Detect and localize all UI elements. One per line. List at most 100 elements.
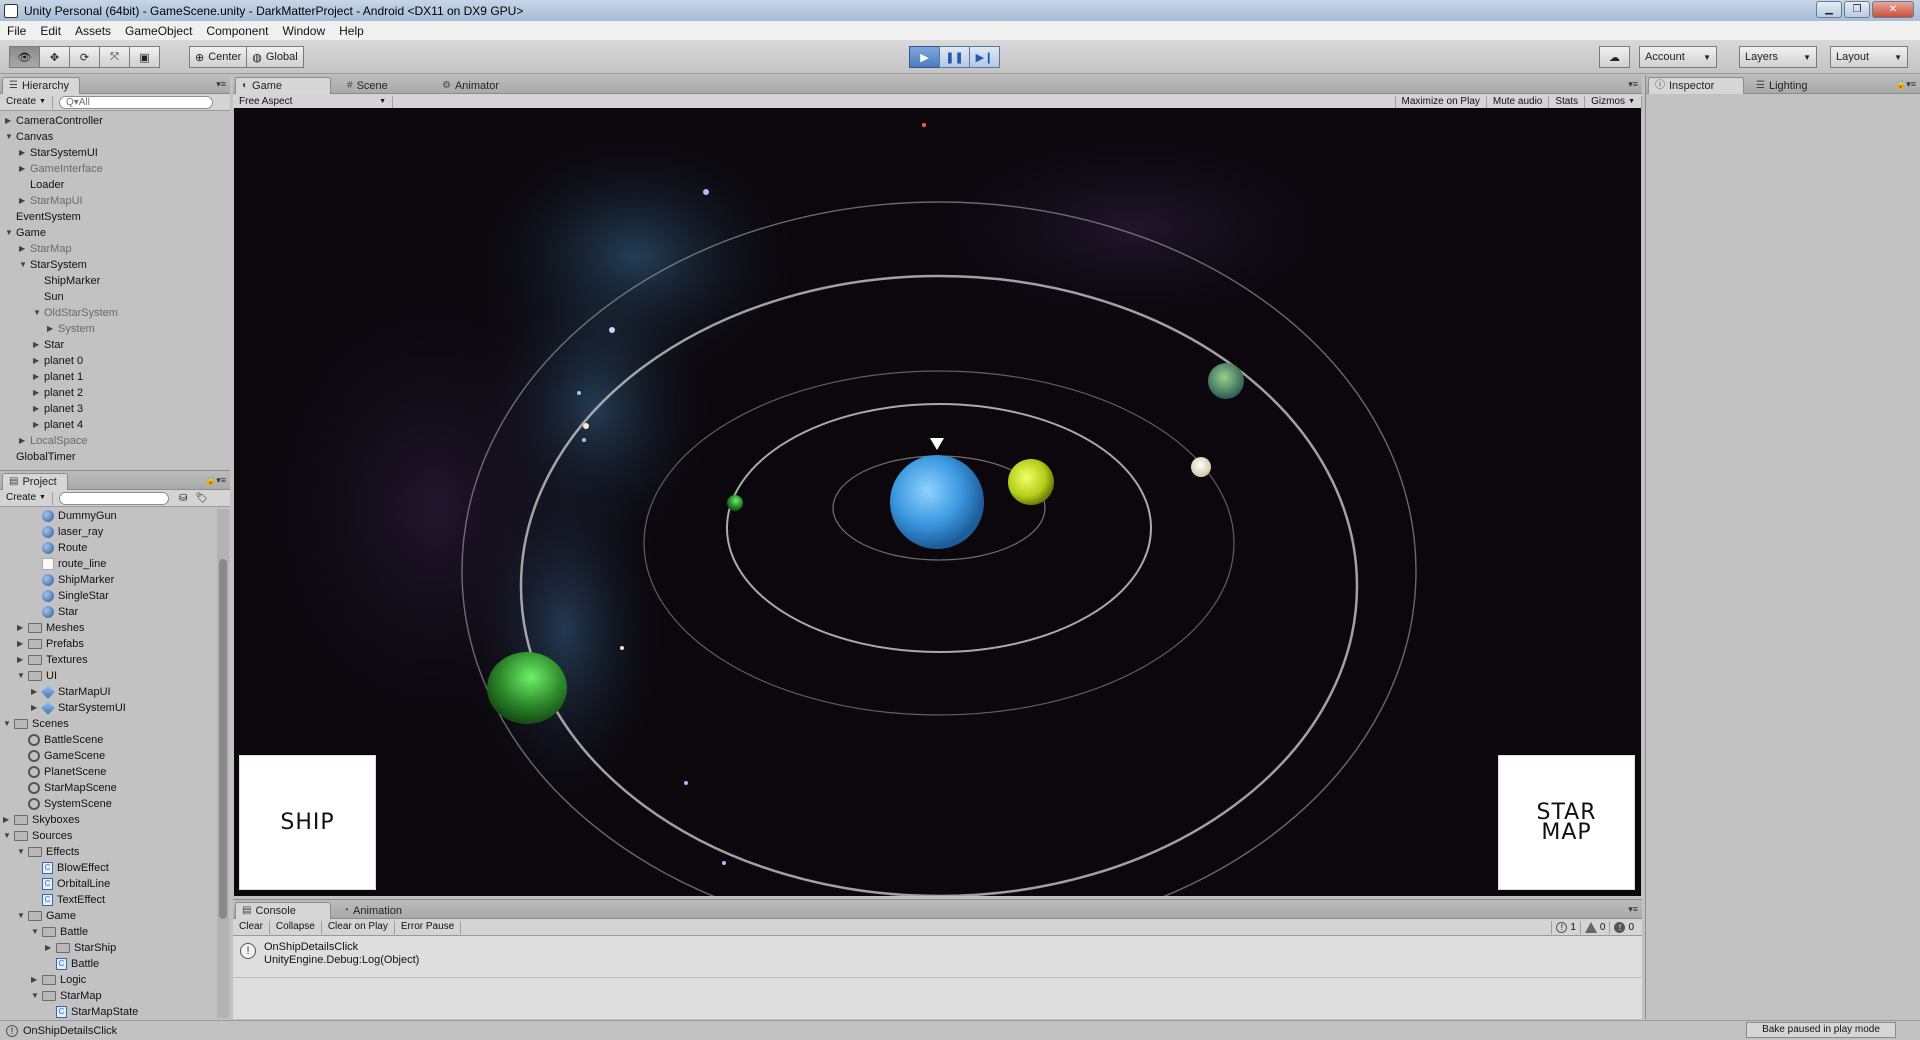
expand-right-icon[interactable]: ▶ bbox=[45, 940, 51, 956]
hierarchy-item[interactable]: Sun bbox=[0, 289, 230, 305]
project-item[interactable]: ▶ Meshes bbox=[0, 620, 230, 636]
hierarchy-item[interactable]: ▼ StarSystem bbox=[0, 257, 230, 273]
expand-down-icon[interactable]: ▼ bbox=[17, 668, 25, 684]
project-create-button[interactable]: Create ▼ bbox=[0, 491, 53, 505]
project-item[interactable]: ▶ Prefabs bbox=[0, 636, 230, 652]
gizmos-dropdown[interactable]: Gizmos ▼ bbox=[1585, 95, 1642, 109]
project-item[interactable]: ▶ StarSystemUI bbox=[0, 700, 230, 716]
maximize-button[interactable]: ❐ bbox=[1844, 1, 1870, 18]
star-map-button[interactable]: STAR MAP bbox=[1498, 755, 1635, 890]
menu-edit[interactable]: Edit bbox=[33, 24, 68, 38]
account-dropdown[interactable]: Account ▼ bbox=[1639, 46, 1717, 68]
status-message[interactable]: OnShipDetailsClick bbox=[23, 1025, 117, 1037]
expand-right-icon[interactable]: ▶ bbox=[47, 321, 53, 337]
project-item[interactable]: SingleStar bbox=[0, 588, 230, 604]
menu-component[interactable]: Component bbox=[199, 24, 275, 38]
project-item[interactable]: ShipMarker bbox=[0, 572, 230, 588]
expand-right-icon[interactable]: ▶ bbox=[17, 636, 23, 652]
hierarchy-item[interactable]: EventSystem bbox=[0, 209, 230, 225]
hierarchy-item[interactable]: ▼ Canvas bbox=[0, 129, 230, 145]
project-item[interactable]: DummyGun bbox=[0, 508, 230, 524]
project-item[interactable]: ▶ Logic bbox=[0, 972, 230, 988]
project-item[interactable]: C Battle bbox=[0, 956, 230, 972]
hierarchy-item[interactable]: ▼ OldStarSystem bbox=[0, 305, 230, 321]
error-filter-toggle[interactable]: ! 0 bbox=[1609, 920, 1638, 934]
mute-audio-toggle[interactable]: Mute audio bbox=[1487, 95, 1550, 109]
expand-down-icon[interactable]: ▼ bbox=[17, 844, 25, 860]
tab-console[interactable]: ▤ Console bbox=[235, 902, 331, 919]
planet-cream[interactable] bbox=[1191, 457, 1211, 477]
expand-down-icon[interactable]: ▼ bbox=[31, 924, 39, 940]
expand-right-icon[interactable]: ▶ bbox=[33, 417, 39, 433]
project-item[interactable]: ▼ Effects bbox=[0, 844, 230, 860]
hierarchy-item[interactable]: ShipMarker bbox=[0, 273, 230, 289]
expand-down-icon[interactable]: ▼ bbox=[3, 828, 11, 844]
project-item[interactable]: StarMapScene bbox=[0, 780, 230, 796]
project-item[interactable]: ▶ Skyboxes bbox=[0, 812, 230, 828]
expand-down-icon[interactable]: ▼ bbox=[31, 988, 39, 1004]
expand-right-icon[interactable]: ▶ bbox=[19, 193, 25, 209]
rect-tool-button[interactable]: ▣ bbox=[129, 46, 160, 68]
console-collapse-toggle[interactable]: Collapse bbox=[270, 920, 322, 934]
panel-menu-icon[interactable]: 🔒▾≡ bbox=[1895, 79, 1916, 90]
warning-filter-toggle[interactable]: 0 bbox=[1579, 920, 1610, 934]
tab-animation[interactable]: ◔ Animation bbox=[337, 902, 412, 919]
hierarchy-search-input[interactable] bbox=[58, 95, 213, 109]
expand-right-icon[interactable]: ▶ bbox=[3, 812, 9, 828]
planet-yellow[interactable] bbox=[1008, 459, 1054, 505]
hierarchy-item[interactable]: ▶ planet 2 bbox=[0, 385, 230, 401]
menu-help[interactable]: Help bbox=[332, 24, 371, 38]
minimize-button[interactable]: ▁ bbox=[1816, 1, 1842, 18]
project-item[interactable]: C StarMapState bbox=[0, 1004, 230, 1020]
expand-right-icon[interactable]: ▶ bbox=[33, 337, 39, 353]
expand-right-icon[interactable]: ▶ bbox=[33, 385, 39, 401]
expand-right-icon[interactable]: ▶ bbox=[5, 113, 11, 129]
project-item[interactable]: ▼ StarMap bbox=[0, 988, 230, 1004]
expand-right-icon[interactable]: ▶ bbox=[31, 700, 37, 716]
hierarchy-create-button[interactable]: Create ▼ bbox=[0, 95, 53, 109]
close-button[interactable]: ✕ bbox=[1872, 1, 1914, 18]
panel-menu-icon[interactable]: 🔒▾≡ bbox=[205, 475, 226, 486]
hierarchy-item[interactable]: ▶ planet 3 bbox=[0, 401, 230, 417]
menu-file[interactable]: File bbox=[0, 24, 33, 38]
expand-down-icon[interactable]: ▼ bbox=[3, 716, 11, 732]
project-item[interactable]: ▶ Textures bbox=[0, 652, 230, 668]
expand-right-icon[interactable]: ▶ bbox=[17, 652, 23, 668]
step-button[interactable]: ▶❙ bbox=[969, 46, 1000, 68]
tab-scene[interactable]: # Scene bbox=[341, 77, 398, 94]
project-item[interactable]: BattleScene bbox=[0, 732, 230, 748]
project-item[interactable]: GameScene bbox=[0, 748, 230, 764]
project-item[interactable]: C OrbitalLine bbox=[0, 876, 230, 892]
cloud-button[interactable]: ☁ bbox=[1599, 46, 1630, 68]
hierarchy-item[interactable]: ▶ CameraController bbox=[0, 113, 230, 129]
tab-inspector[interactable]: ⓘ Inspector bbox=[1648, 77, 1744, 94]
tab-project[interactable]: ▤ Project bbox=[2, 473, 68, 490]
expand-down-icon[interactable]: ▼ bbox=[19, 257, 27, 273]
filter-label-icon[interactable]: 🏷 bbox=[195, 493, 208, 504]
hierarchy-item[interactable]: ▶ Star bbox=[0, 337, 230, 353]
project-item[interactable]: Star bbox=[0, 604, 230, 620]
menu-window[interactable]: Window bbox=[275, 24, 332, 38]
tab-hierarchy[interactable]: ☰ Hierarchy bbox=[2, 77, 81, 94]
hierarchy-item[interactable]: ▶ LocalSpace bbox=[0, 433, 230, 449]
expand-down-icon[interactable]: ▼ bbox=[33, 305, 41, 321]
project-item[interactable]: C BlowEffect bbox=[0, 860, 230, 876]
hierarchy-item[interactable]: ▼ Game bbox=[0, 225, 230, 241]
project-item[interactable]: Route bbox=[0, 540, 230, 556]
panel-menu-icon[interactable]: ▾≡ bbox=[1628, 904, 1638, 915]
move-tool-button[interactable]: ✥ bbox=[39, 46, 70, 68]
hierarchy-item[interactable]: ▶ planet 0 bbox=[0, 353, 230, 369]
expand-right-icon[interactable]: ▶ bbox=[19, 161, 25, 177]
info-filter-toggle[interactable]: ! 1 bbox=[1551, 920, 1580, 934]
expand-down-icon[interactable]: ▼ bbox=[5, 225, 13, 241]
project-search-input[interactable] bbox=[58, 491, 169, 505]
menu-gameobject[interactable]: GameObject bbox=[118, 24, 199, 38]
project-item[interactable]: ▼ Game bbox=[0, 908, 230, 924]
project-item[interactable]: C TextEffect bbox=[0, 892, 230, 908]
project-item[interactable]: ▼ Battle bbox=[0, 924, 230, 940]
play-button[interactable]: ▶ bbox=[909, 46, 940, 68]
panel-menu-icon[interactable]: ▾≡ bbox=[216, 79, 226, 90]
project-item[interactable]: ▼ UI bbox=[0, 668, 230, 684]
expand-right-icon[interactable]: ▶ bbox=[31, 972, 37, 988]
expand-right-icon[interactable]: ▶ bbox=[17, 620, 23, 636]
